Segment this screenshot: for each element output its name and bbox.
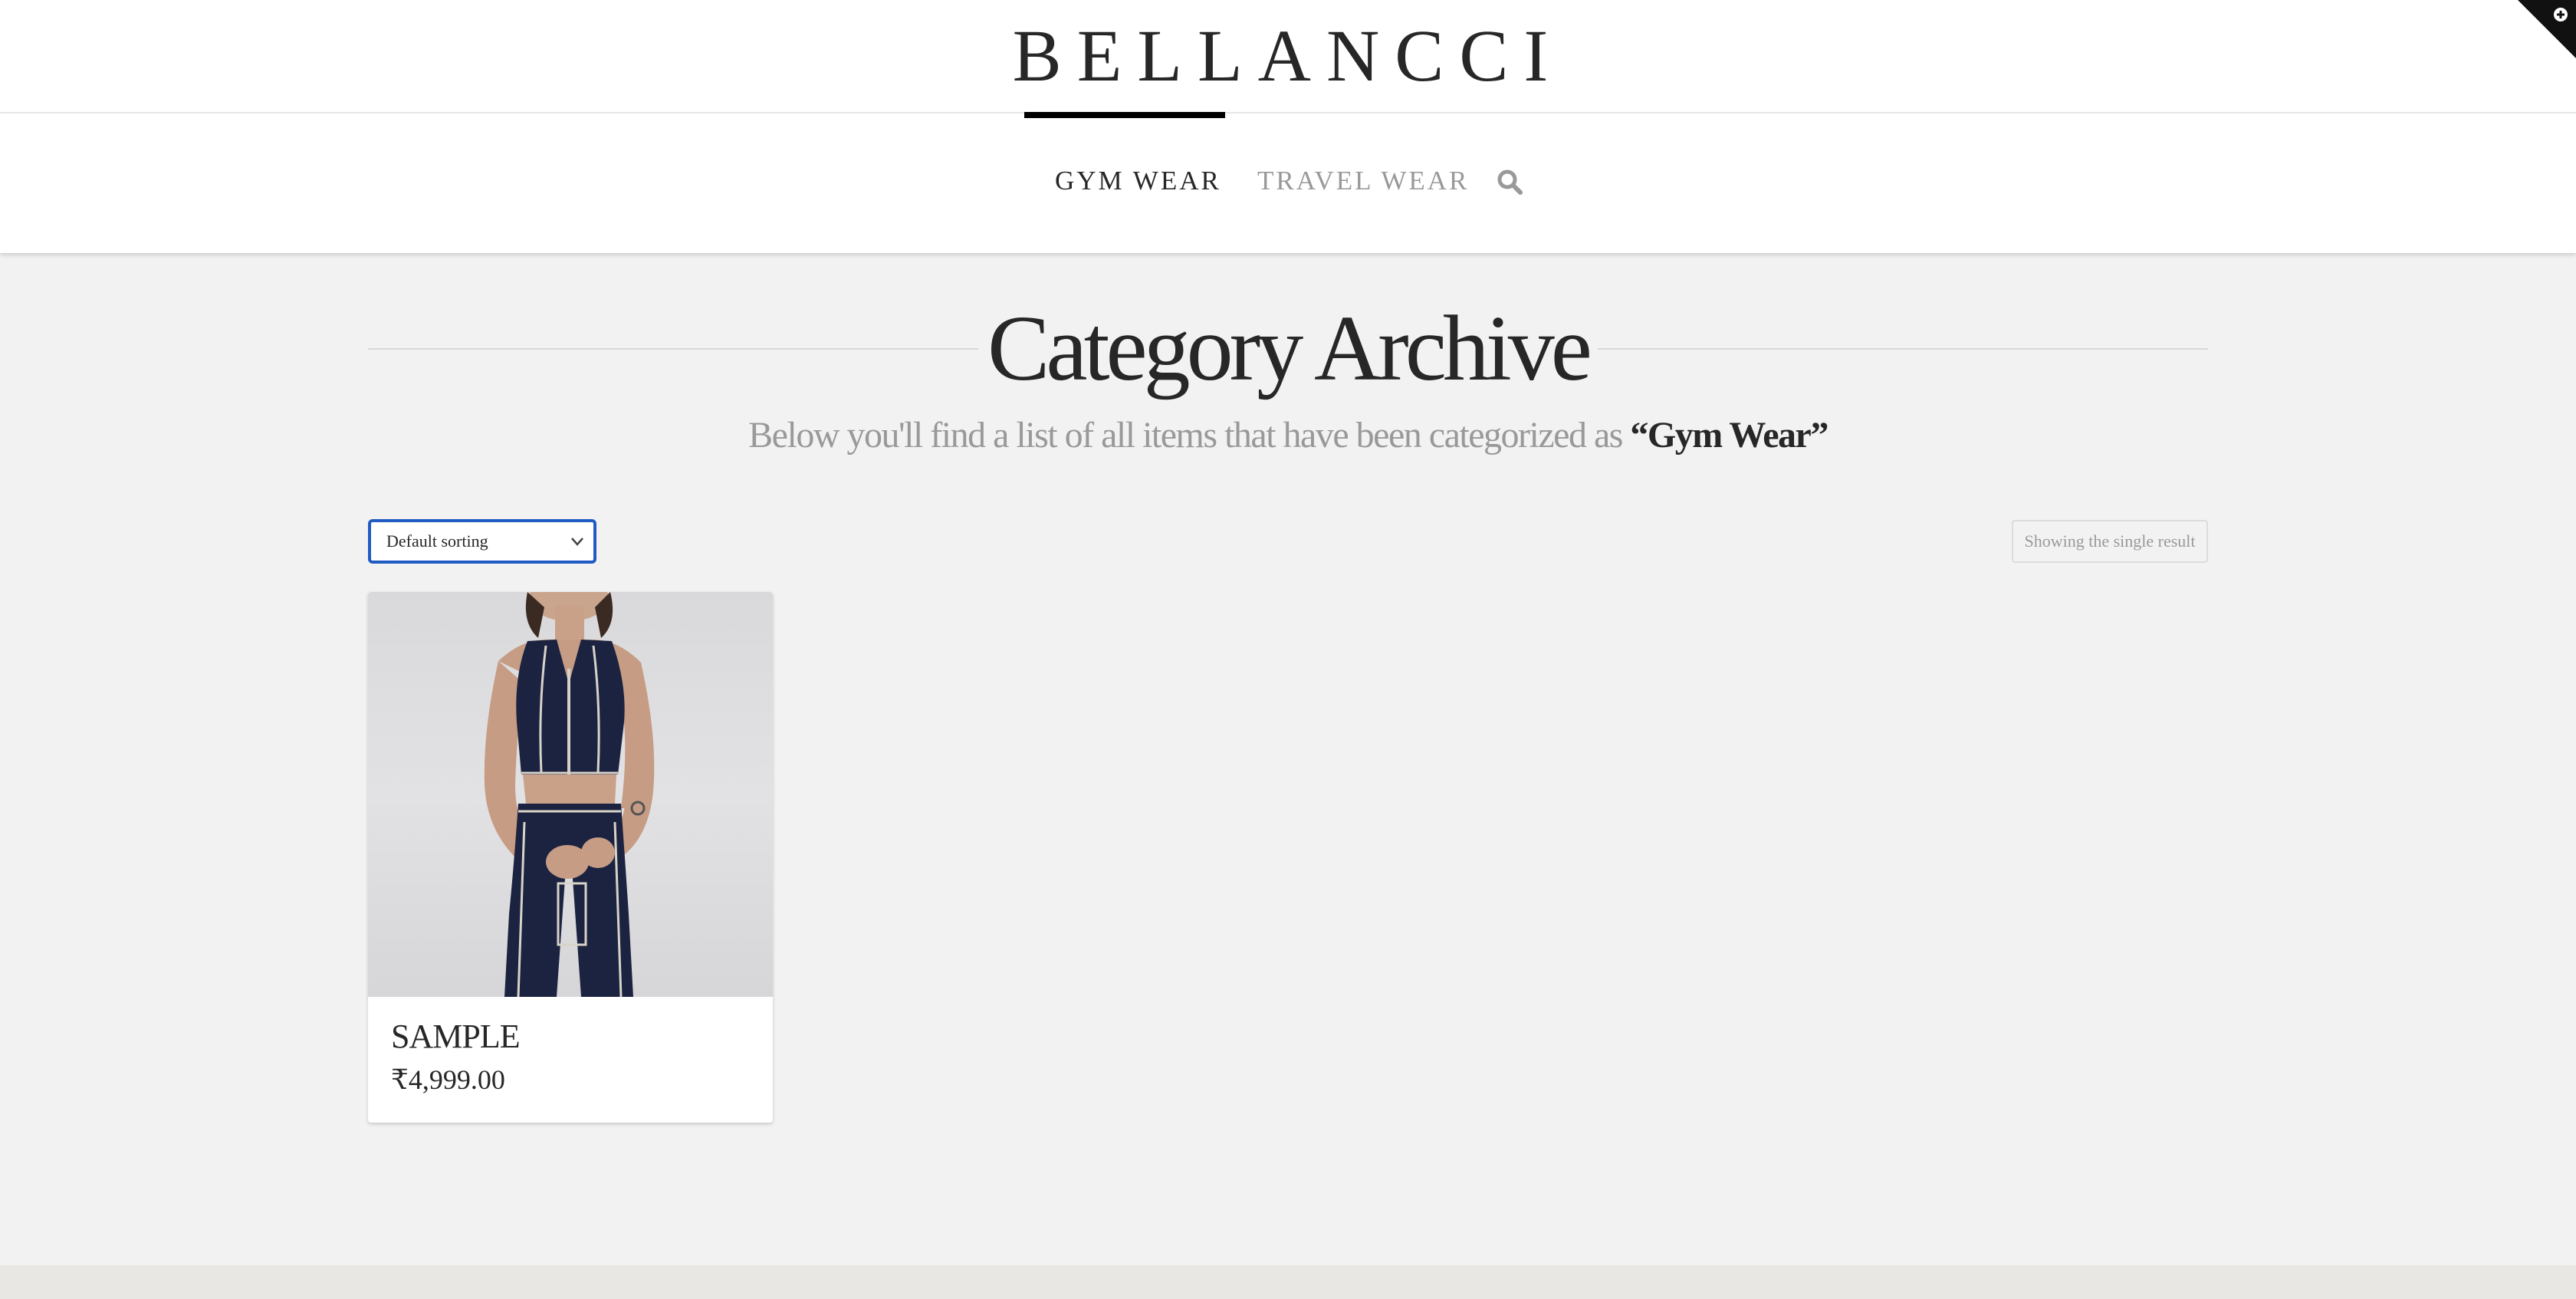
- subtitle-text: Below you'll find a list of all items th…: [748, 415, 1631, 455]
- sort-select[interactable]: Default sorting: [368, 519, 596, 564]
- product-image[interactable]: [368, 592, 773, 997]
- plus-circle-icon: [2554, 8, 2568, 21]
- footer-strip: [0, 1265, 2576, 1299]
- page-title: Category Archive: [987, 297, 1592, 400]
- nav-active-indicator: [1024, 112, 1225, 118]
- product-card[interactable]: SAMPLE ₹4,999.00: [368, 592, 773, 1123]
- brand-logo[interactable]: BELLANCCI: [0, 14, 2576, 98]
- chevron-down-icon: [571, 538, 583, 546]
- corner-toggle[interactable]: [2518, 0, 2576, 58]
- main-nav: GYM WEAR TRAVEL WEAR: [0, 112, 2576, 253]
- nav-item-travel-wear[interactable]: TRAVEL WEAR: [1257, 166, 1469, 196]
- archive-header: Category Archive Below you'll find a lis…: [368, 291, 2208, 475]
- masthead: BELLANCCI GYM WEAR TRAVEL WEAR: [0, 0, 2576, 253]
- result-count: Showing the single result: [2012, 520, 2208, 563]
- product-price: ₹4,999.00: [391, 1064, 505, 1095]
- page-subtitle: Below you'll find a list of all items th…: [368, 413, 2208, 459]
- product-title[interactable]: SAMPLE: [391, 1017, 521, 1057]
- sort-selected-value: Default sorting: [386, 531, 488, 551]
- subtitle-category: “Gym Wear”: [1630, 415, 1829, 455]
- nav-item-gym-wear[interactable]: GYM WEAR: [1055, 166, 1221, 196]
- search-icon[interactable]: [1497, 169, 1523, 195]
- logo-bar: BELLANCCI: [0, 0, 2576, 113]
